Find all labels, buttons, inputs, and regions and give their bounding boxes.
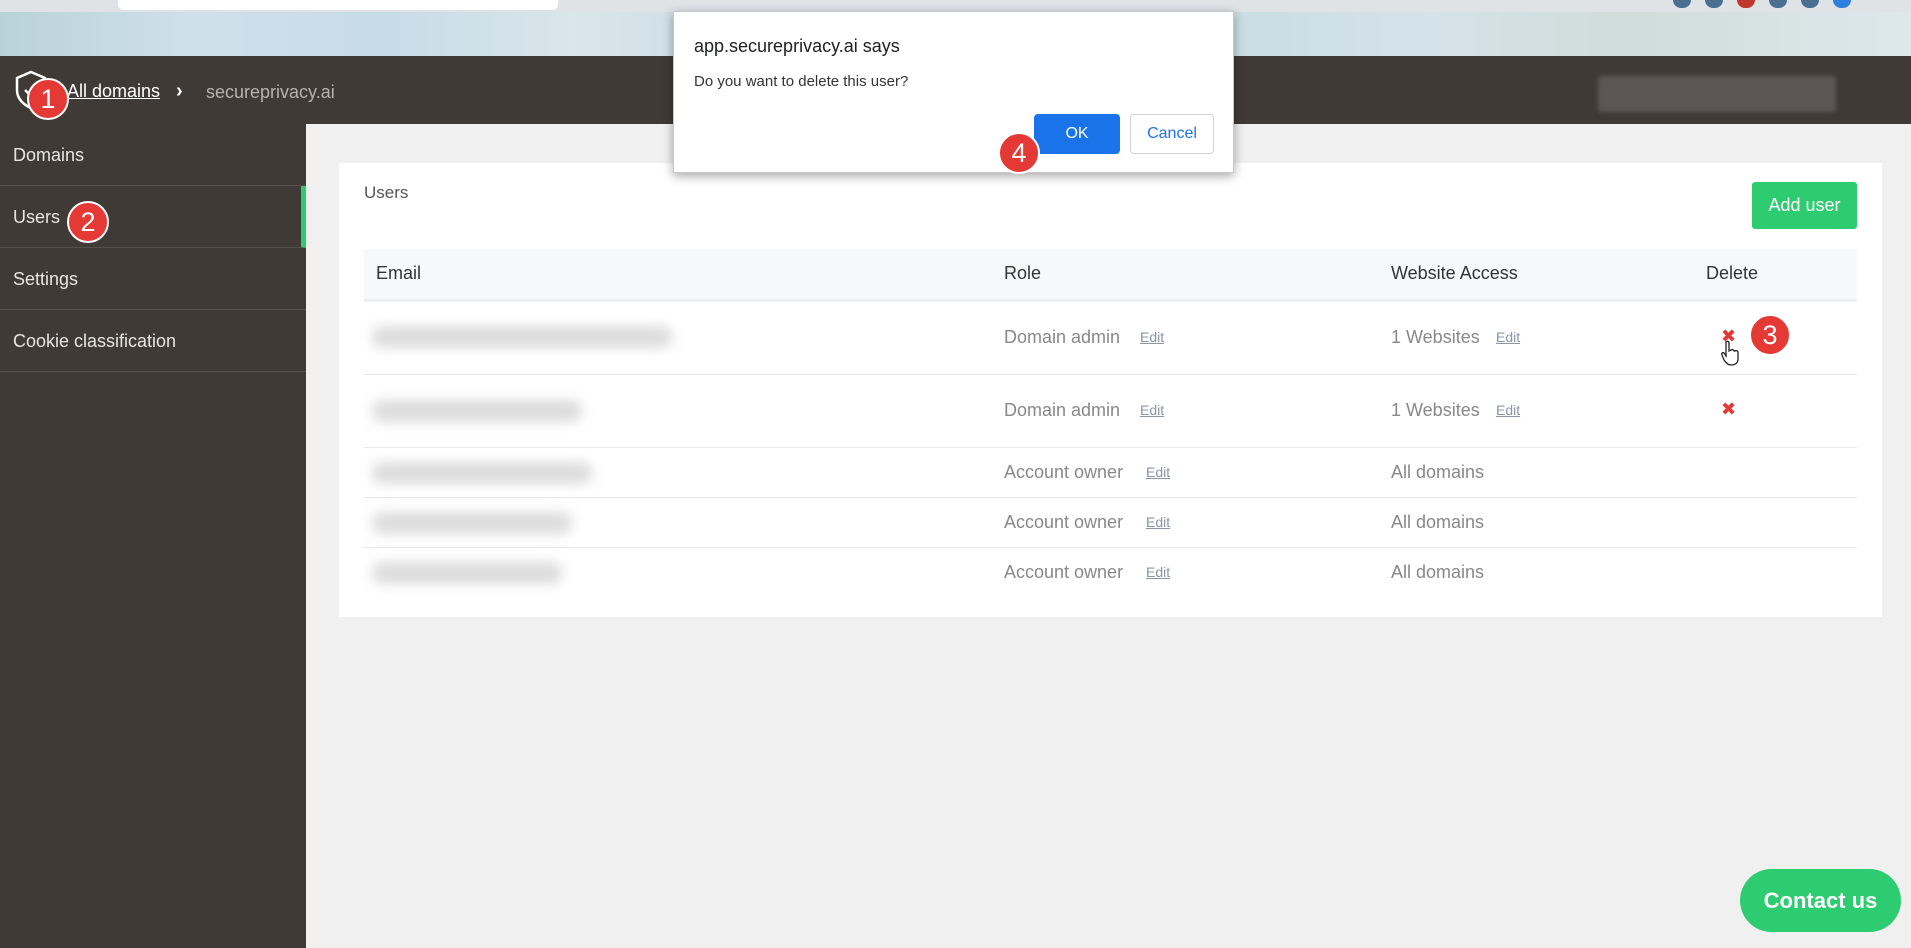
step-badge-4: 4 — [998, 132, 1040, 174]
column-header-website-access: Website Access — [1391, 263, 1518, 283]
cancel-button[interactable]: Cancel — [1130, 114, 1214, 154]
row-divider — [364, 497, 1857, 498]
add-user-button[interactable]: Add user — [1752, 182, 1857, 229]
edit-role-link[interactable]: Edit — [1146, 464, 1170, 480]
access-cell: All domains — [1391, 512, 1485, 532]
edit-access-link[interactable]: Edit — [1496, 402, 1520, 418]
column-header-role: Role — [1004, 263, 1042, 283]
step-badge-2: 2 — [67, 201, 109, 243]
sidebar-item-label: Users — [13, 207, 61, 227]
row-divider — [364, 447, 1857, 448]
role-cell: Domain admin — [1004, 327, 1121, 347]
step-badge-3: 3 — [1749, 314, 1791, 356]
extension-icon[interactable] — [1801, 0, 1819, 8]
edit-role-link[interactable]: Edit — [1140, 329, 1164, 345]
email-cell-redacted — [372, 462, 592, 484]
chevron-right-icon: › — [176, 80, 183, 102]
breadcrumb-current: secureprivacy.ai — [206, 82, 335, 102]
edit-role-link[interactable]: Edit — [1146, 514, 1170, 530]
extension-icon[interactable] — [1769, 0, 1787, 8]
ok-button[interactable]: OK — [1034, 114, 1120, 154]
extension-icon[interactable] — [1673, 0, 1691, 8]
column-header-email: Email — [376, 263, 422, 283]
card-title: Users — [364, 183, 409, 202]
extension-icons — [1673, 0, 1851, 10]
role-cell: Account owner — [1004, 562, 1124, 582]
address-bar[interactable] — [118, 0, 558, 10]
breadcrumb-all-domains[interactable]: All domains — [67, 81, 160, 102]
hand-cursor-icon — [1721, 340, 1739, 366]
sidebar-item-label: Cookie classification — [13, 331, 177, 351]
sidebar: Domains Users Settings Cookie classifica… — [0, 124, 306, 948]
row-divider — [364, 547, 1857, 548]
access-cell: All domains — [1391, 462, 1485, 482]
dialog-title: app.secureprivacy.ai says — [694, 36, 900, 56]
email-cell-redacted — [372, 562, 562, 584]
sidebar-item-cookie-classification[interactable]: Cookie classification — [0, 310, 306, 372]
users-card — [339, 163, 1882, 617]
role-cell: Account owner — [1004, 512, 1124, 532]
sidebar-item-label: Domains — [13, 145, 85, 165]
sidebar-item-settings[interactable]: Settings — [0, 248, 306, 310]
extension-icon[interactable] — [1737, 0, 1755, 8]
access-cell: 1 Websites — [1391, 327, 1480, 347]
sidebar-item-users[interactable]: Users — [0, 186, 306, 248]
extension-icon[interactable] — [1833, 0, 1851, 8]
column-header-delete: Delete — [1706, 263, 1759, 283]
extension-icon[interactable] — [1705, 0, 1723, 8]
row-divider — [364, 374, 1857, 375]
access-cell: All domains — [1391, 562, 1485, 582]
delete-user-icon[interactable]: ✖ — [1721, 399, 1736, 420]
email-cell-redacted — [372, 400, 582, 422]
edit-access-link[interactable]: Edit — [1496, 329, 1520, 345]
sidebar-item-domains[interactable]: Domains — [0, 124, 306, 186]
email-cell-redacted — [372, 326, 672, 348]
role-cell: Account owner — [1004, 462, 1124, 482]
email-cell-redacted — [372, 512, 572, 534]
step-badge-1: 1 — [27, 78, 69, 120]
sidebar-item-label: Settings — [13, 269, 79, 289]
dialog-message: Do you want to delete this user? — [694, 73, 909, 90]
contact-us-button[interactable]: Contact us — [1740, 869, 1901, 932]
role-cell: Domain admin — [1004, 400, 1121, 420]
table-header — [364, 249, 1857, 302]
edit-role-link[interactable]: Edit — [1140, 402, 1164, 418]
access-cell: 1 Websites — [1391, 400, 1480, 420]
user-menu[interactable] — [1598, 76, 1836, 112]
edit-role-link[interactable]: Edit — [1146, 564, 1170, 580]
